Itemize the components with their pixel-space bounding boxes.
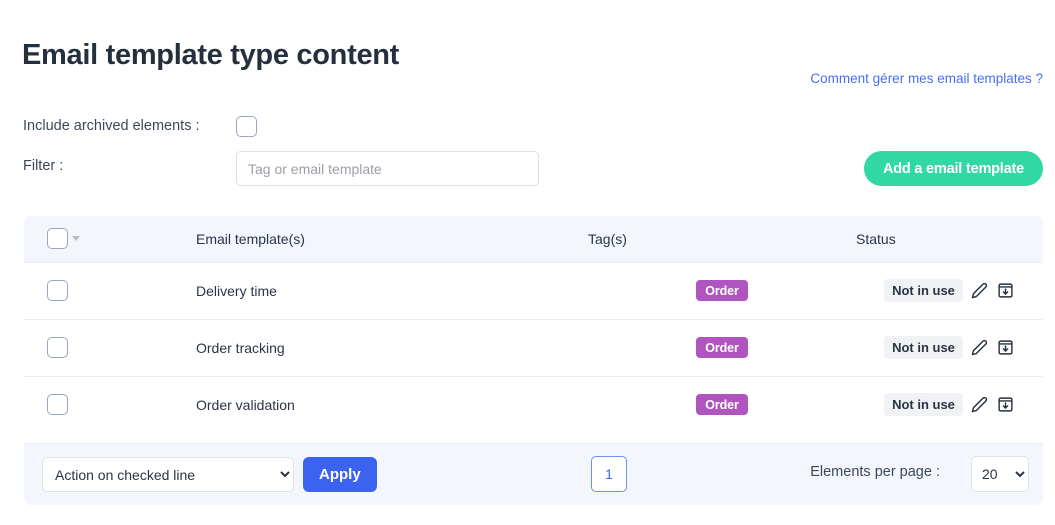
pencil-icon[interactable] [971, 396, 989, 414]
elements-per-page-label: Elements per page : [810, 464, 940, 480]
row-select-cell [24, 375, 110, 433]
tag-badge[interactable]: Order [696, 394, 748, 416]
filter-label: Filter : [23, 158, 64, 174]
pencil-icon[interactable] [971, 282, 989, 300]
chevron-down-icon[interactable] [72, 236, 80, 242]
table-row: Delivery time Order Not in use [24, 261, 1043, 319]
download-box-icon[interactable] [997, 396, 1015, 414]
select-all-checkbox[interactable] [47, 228, 68, 250]
header-status: Status [856, 216, 1043, 262]
include-archived-label: Include archived elements : [23, 118, 200, 134]
table-row: Order tracking Order Not in use [24, 318, 1043, 376]
include-archived-checkbox[interactable] [236, 116, 257, 137]
pagination-page-1[interactable]: 1 [591, 456, 627, 492]
row-status-cell: Not in use [856, 318, 1043, 376]
download-box-icon[interactable] [997, 282, 1015, 300]
row-select-cell [24, 318, 110, 376]
row-select-cell [24, 261, 110, 319]
row-checkbox[interactable] [47, 280, 68, 301]
tag-badge[interactable]: Order [696, 280, 748, 301]
table-footer-toolbar: Action on checked line Apply 1 Elements … [24, 443, 1043, 505]
row-checkbox[interactable] [47, 394, 68, 416]
table-header-row: Email template(s) Tag(s) Status [24, 216, 1043, 262]
filter-area: Include archived elements : Filter : Add… [0, 112, 1055, 194]
header-tags: Tag(s) [588, 216, 856, 262]
header-select-all-cell [24, 216, 110, 262]
help-link[interactable]: Comment gérer mes email templates ? [810, 71, 1043, 86]
tag-badge[interactable]: Order [696, 337, 748, 358]
row-status-cell: Not in use [856, 261, 1043, 319]
elements-per-page-select[interactable]: 20 [971, 456, 1029, 492]
row-tag-cell: Order [588, 375, 856, 433]
download-box-icon[interactable] [997, 339, 1015, 357]
email-templates-table: Email template(s) Tag(s) Status Delivery… [24, 216, 1043, 433]
page-root: Email template type content Comment gére… [0, 0, 1055, 525]
add-email-template-button[interactable]: Add a email template [863, 151, 1043, 186]
row-tag-cell: Order [588, 261, 856, 319]
row-checkbox[interactable] [47, 337, 68, 358]
table-row: Order validation Order Not in use [24, 375, 1043, 433]
row-name: Delivery time [110, 261, 588, 319]
header-email-template: Email template(s) [110, 216, 588, 262]
row-tag-cell: Order [588, 318, 856, 376]
row-name: Order tracking [110, 318, 588, 376]
page-title: Email template type content [22, 39, 400, 72]
status-badge: Not in use [884, 336, 963, 359]
filter-input[interactable] [236, 151, 539, 186]
bulk-action-select[interactable]: Action on checked line [42, 457, 294, 492]
pencil-icon[interactable] [971, 339, 989, 357]
apply-button[interactable]: Apply [303, 457, 377, 492]
status-badge: Not in use [884, 279, 963, 302]
row-name: Order validation [110, 375, 588, 433]
row-status-cell: Not in use [856, 375, 1043, 433]
status-badge: Not in use [884, 393, 963, 417]
